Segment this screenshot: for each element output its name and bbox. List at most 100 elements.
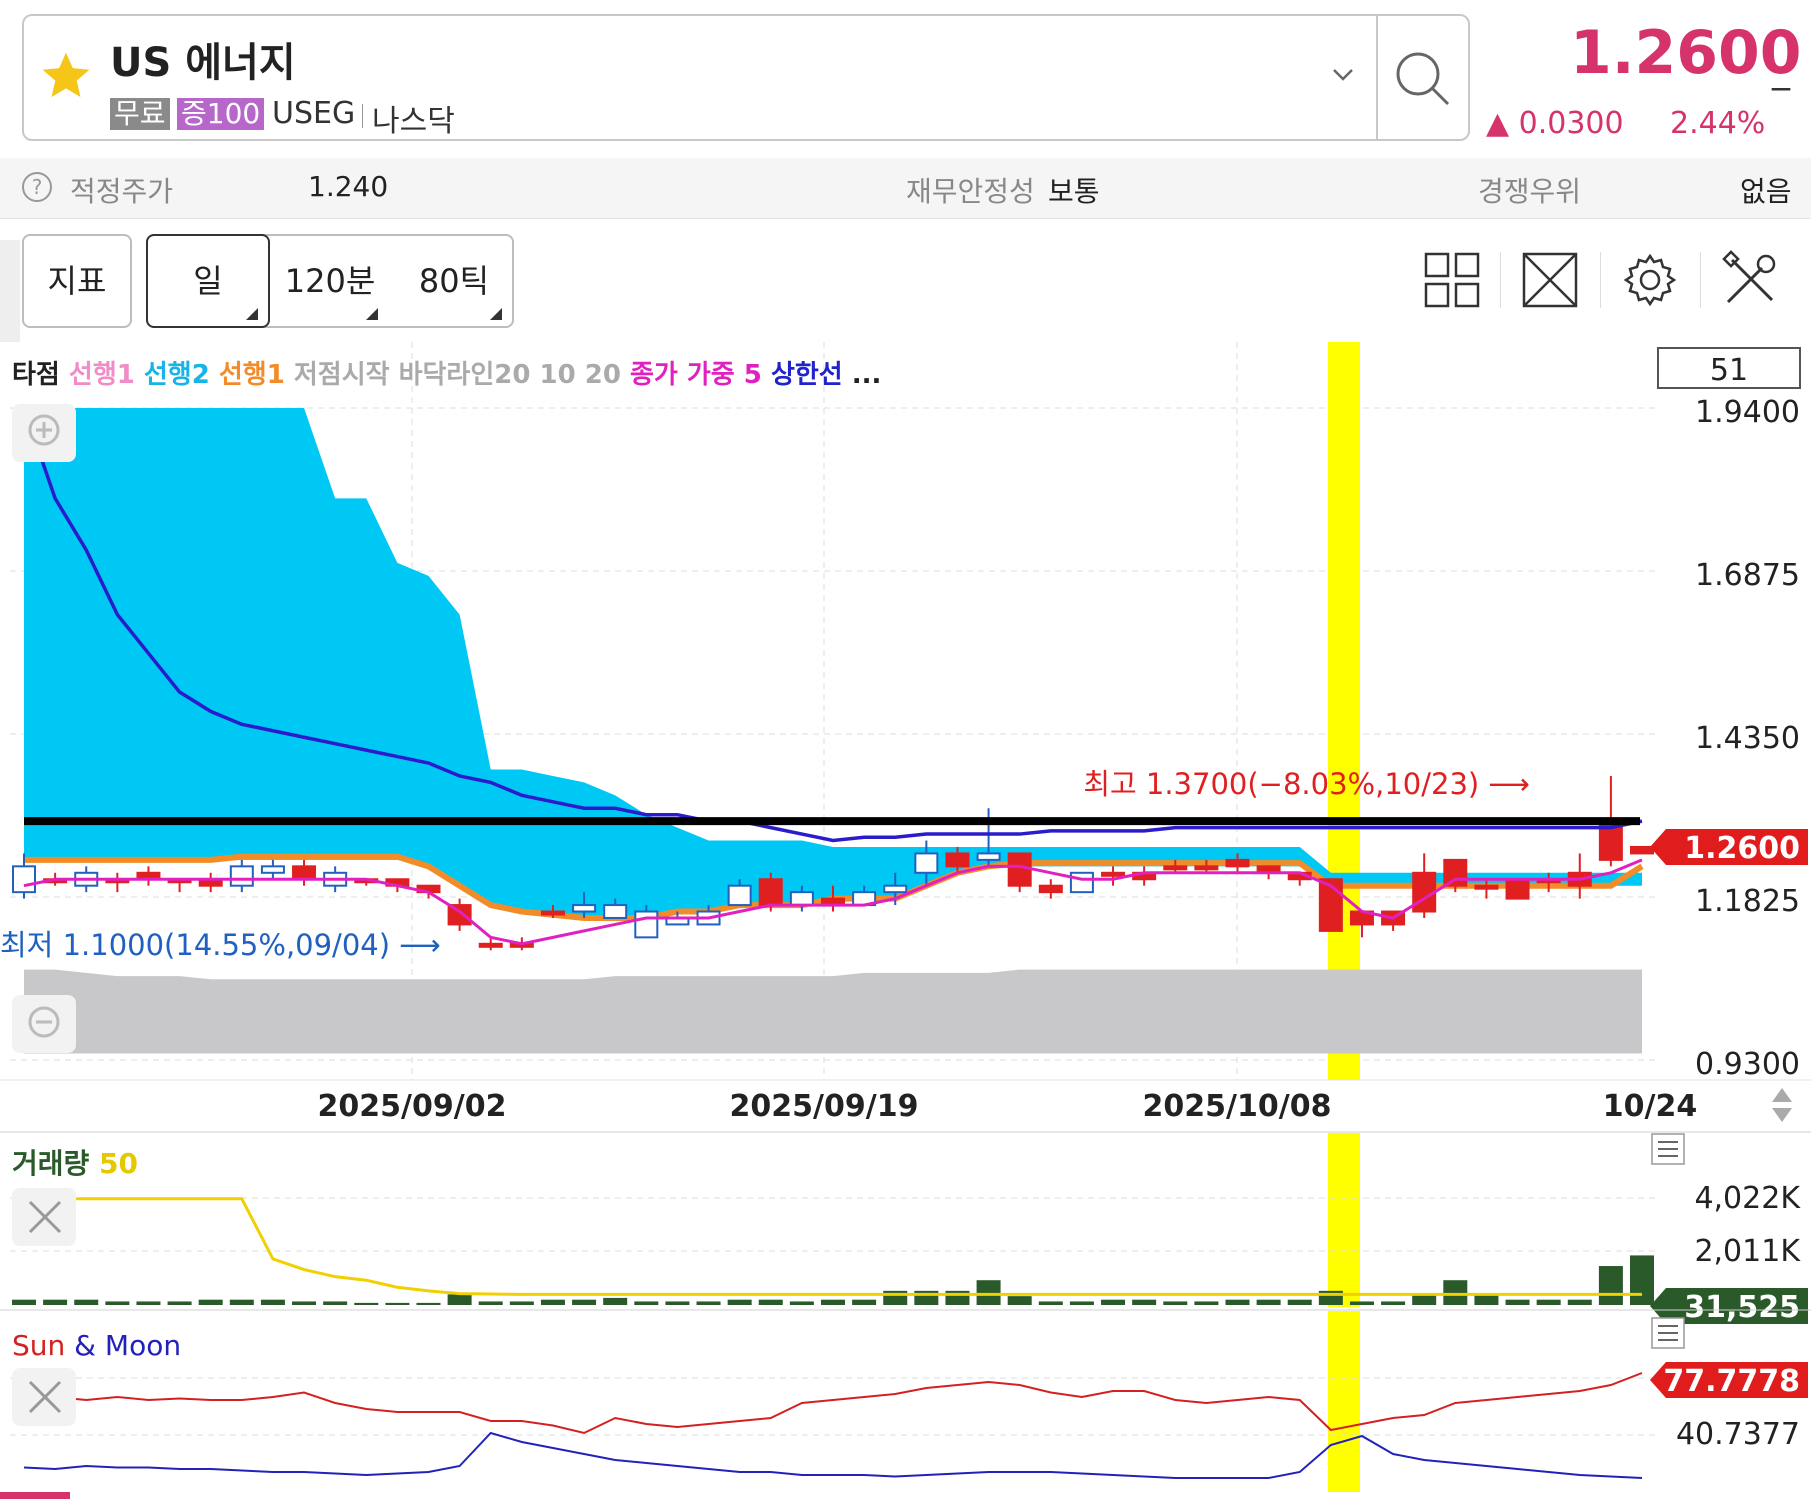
volume-bar xyxy=(1287,1299,1312,1305)
fullscreen-icon[interactable] xyxy=(1518,248,1582,312)
volume-bar xyxy=(1225,1299,1250,1305)
volume-bar xyxy=(323,1301,348,1305)
grid-layout-icon[interactable] xyxy=(1420,248,1484,312)
y-tick-label: 1.1825 xyxy=(1695,884,1800,919)
dropdown-corner-icon xyxy=(366,308,378,320)
legend-item: 상한선 xyxy=(762,360,843,390)
progress-indicator xyxy=(0,1492,70,1499)
candle-body xyxy=(540,910,565,916)
y-tick-label: 2,011K xyxy=(1694,1234,1801,1269)
volume-title: 거래량 50 xyxy=(12,1147,138,1180)
sun-moon-title: Sun & Moon xyxy=(12,1329,181,1362)
candle-body xyxy=(572,904,597,913)
legend-item: 선행1 xyxy=(210,360,285,390)
volume-bar xyxy=(1567,1299,1592,1305)
separator xyxy=(362,104,363,128)
volume-bar xyxy=(1598,1266,1623,1305)
volume-bar xyxy=(1038,1301,1063,1305)
divider xyxy=(1600,252,1601,308)
volume-bar xyxy=(1474,1294,1499,1305)
candle-body xyxy=(229,865,254,887)
volume-bar xyxy=(12,1299,36,1305)
free-badge: 무료 xyxy=(110,98,170,130)
volume-bar xyxy=(1412,1294,1437,1305)
legend-item: 선행2 xyxy=(135,360,210,390)
candle-body xyxy=(727,884,752,907)
volume-bar xyxy=(821,1299,845,1305)
y-tick-label: 1.9400 xyxy=(1695,395,1800,430)
volume-bar xyxy=(229,1299,254,1305)
candle xyxy=(1630,845,1654,855)
help-icon[interactable]: ? xyxy=(22,172,52,202)
candle-body xyxy=(478,942,503,948)
indicator-button[interactable]: 지표 xyxy=(22,234,132,328)
x-tick-label: 2025/10/08 xyxy=(1143,1089,1332,1124)
sun-moon-panel[interactable]: Sun & Moon 77.7778 40.7377 xyxy=(0,1311,1808,1499)
dropdown-corner-icon xyxy=(246,308,258,320)
current-price: 1.2600 xyxy=(1570,18,1802,88)
candle-body xyxy=(12,865,36,894)
volume-bar xyxy=(509,1301,534,1305)
volume-bar xyxy=(1163,1301,1188,1305)
candle-body xyxy=(758,878,783,907)
y-tick-label: 40.7377 xyxy=(1676,1417,1800,1452)
y-tick-label: 0.9300 xyxy=(1695,1047,1800,1082)
volume-bar xyxy=(1069,1301,1094,1305)
legend-item: 바닥라인20 xyxy=(390,360,531,390)
tools-icon[interactable] xyxy=(1718,248,1782,312)
candle-body xyxy=(1007,852,1032,887)
volume-bar xyxy=(1132,1299,1157,1305)
search-icon[interactable] xyxy=(1378,16,1468,139)
candle-body xyxy=(883,884,908,894)
volume-bar xyxy=(260,1299,285,1305)
volume-title-param: 50 xyxy=(89,1147,138,1180)
volume-bar xyxy=(447,1294,472,1305)
volume-panel[interactable]: 거래량 50 4,022K 2,011K 31,525 xyxy=(0,1133,1811,1325)
volume-bar xyxy=(292,1301,317,1305)
candle-body xyxy=(1038,884,1063,894)
favorite-star-icon[interactable] xyxy=(38,48,94,104)
legend-item: 종가 xyxy=(621,360,678,390)
candle-body xyxy=(789,891,814,907)
candle-body xyxy=(914,852,939,874)
volume-bar xyxy=(540,1299,565,1305)
stock-name[interactable]: US 에너지 xyxy=(110,30,296,88)
volume-bar xyxy=(1505,1299,1530,1305)
legend-item: 저점시작 xyxy=(285,360,390,390)
candle-body xyxy=(260,865,285,874)
candle-body xyxy=(1163,865,1188,871)
current-price-label: 1.2600 xyxy=(1684,831,1800,866)
stock-chart[interactable]: 타점 선행1 선행2 선행1 저점시작 바닥라인20 10 20 종가 가중 5… xyxy=(0,340,1811,1499)
highlight-band xyxy=(1328,342,1360,1080)
price-panel[interactable]: 타점 선행1 선행2 선행1 저점시작 바닥라인20 10 20 종가 가중 5… xyxy=(0,342,1811,1133)
highlight-band xyxy=(1328,1133,1360,1307)
candle-body xyxy=(1505,878,1530,900)
candle-body xyxy=(976,852,1001,861)
financial-stability-value: 보통 xyxy=(1048,175,1100,208)
candle-body xyxy=(1101,871,1126,877)
margin-badge: 증100 xyxy=(177,98,265,130)
candle-body xyxy=(945,852,970,868)
x-tick-label: 2025/09/02 xyxy=(318,1089,507,1124)
settings-gear-icon[interactable] xyxy=(1618,248,1682,312)
candle-body xyxy=(1194,865,1219,871)
legend-item: ... xyxy=(843,360,882,390)
volume-title-label: 거래량 xyxy=(12,1147,90,1180)
volume-bar xyxy=(852,1299,877,1305)
floor-band xyxy=(24,969,1642,1054)
volume-bar xyxy=(105,1301,130,1305)
volume-bar xyxy=(167,1301,192,1305)
volume-bar xyxy=(603,1297,628,1305)
divider xyxy=(1700,252,1701,308)
price-menu-icon[interactable]: _ xyxy=(1772,50,1790,91)
legend-item: 선행1 xyxy=(60,360,135,390)
y-tick-label: 1.4350 xyxy=(1695,721,1800,756)
chevron-down-icon[interactable] xyxy=(1318,48,1368,98)
sun-current-label: 77.7778 xyxy=(1663,1364,1800,1399)
volume-bar xyxy=(1381,1301,1406,1305)
fair-price-label: 적정주가 xyxy=(70,175,174,208)
volume-bar xyxy=(727,1299,752,1305)
volume-bar xyxy=(634,1301,659,1305)
candle-body xyxy=(1474,884,1499,890)
legend-item: 5 xyxy=(735,360,762,390)
